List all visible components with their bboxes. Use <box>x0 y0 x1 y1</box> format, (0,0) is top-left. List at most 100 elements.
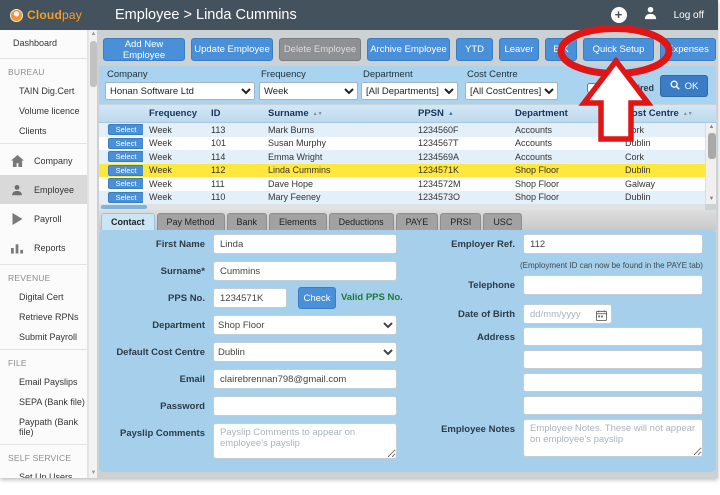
header-ppsn[interactable]: PPSN▲ <box>412 108 509 119</box>
tab-usc[interactable]: USC <box>483 213 522 230</box>
sidebar-item-paypath[interactable]: Paypath (Bank file) <box>0 412 87 442</box>
sidebar-item-retrieve-rpns[interactable]: Retrieve RPNs <box>0 307 87 327</box>
sidebar-item-company[interactable]: Company <box>0 146 87 175</box>
update-employee-button[interactable]: Update Employee <box>191 38 273 61</box>
select-row-button[interactable]: Select <box>108 138 143 149</box>
employee-notes-textarea[interactable] <box>523 419 703 457</box>
select-row-button[interactable]: Select <box>108 192 143 203</box>
tab-contact[interactable]: Contact <box>101 213 155 230</box>
check-pps-button[interactable]: Check <box>298 287 336 309</box>
scroll-down-icon[interactable]: ▼ <box>706 195 717 204</box>
employer-ref-input[interactable] <box>523 234 703 254</box>
sidebar-item-set-up-users[interactable]: Set Up Users <box>0 467 87 478</box>
address-line-1-input[interactable] <box>523 327 703 346</box>
bik-button[interactable]: BIK <box>545 38 577 61</box>
sidebar-item-volume-licence[interactable]: Volume licence <box>0 101 87 121</box>
sidebar-item-dashboard[interactable]: Dashboard <box>0 30 87 56</box>
sidebar-item-submit-payroll[interactable]: Submit Payroll <box>0 327 87 347</box>
header-surname[interactable]: Surname▲▼ <box>262 108 412 119</box>
hide-retired-label: Hide Retired <box>601 83 654 93</box>
user-icon[interactable] <box>643 5 658 25</box>
table-row[interactable]: Select Week 111 Dave Hope 1234572M Shop … <box>99 177 716 191</box>
surname-input[interactable] <box>213 261 397 281</box>
sort-icon[interactable]: ▲▼ <box>313 112 323 116</box>
archive-employee-button[interactable]: Archive Employee <box>367 38 450 61</box>
pps-no-input[interactable] <box>213 288 287 308</box>
tab-deductions[interactable]: Deductions <box>329 213 394 230</box>
tab-prsi[interactable]: PRSI <box>440 213 481 230</box>
table-vertical-scrollbar[interactable]: ▲ ▼ <box>705 123 716 204</box>
brand-logo[interactable]: Cloudpay <box>0 8 97 22</box>
table-row-selected[interactable]: Select Week 112 Linda Cummins 1234571K S… <box>99 164 716 178</box>
scrollbar-thumb[interactable] <box>90 41 97 87</box>
delete-employee-button[interactable]: Delete Employee <box>279 38 361 61</box>
tab-pay-method[interactable]: Pay Method <box>157 213 225 230</box>
table-row[interactable]: Select Week 101 Susan Murphy 1234567T Ac… <box>99 137 716 151</box>
tab-elements[interactable]: Elements <box>269 213 327 230</box>
sidebar-section-file: FILE <box>0 352 87 372</box>
select-row-button[interactable]: Select <box>108 151 143 162</box>
sidebar-item-reports[interactable]: Reports <box>0 233 87 262</box>
add-new-employee-button[interactable]: Add New Employee <box>103 38 185 61</box>
header-cost-centre[interactable]: Cost Centre▲▼ <box>619 108 705 119</box>
company-select[interactable]: Honan Software Ltd <box>105 82 255 100</box>
date-of-birth-input[interactable] <box>523 304 612 324</box>
department-form-select[interactable]: Shop Floor <box>213 315 397 335</box>
default-cost-centre-select[interactable]: Dublin <box>213 342 397 362</box>
header-id[interactable]: ID <box>205 108 262 119</box>
payslip-comments-textarea[interactable] <box>213 423 397 459</box>
sidebar-item-sepa[interactable]: SEPA (Bank file) <box>0 392 87 412</box>
cell-frequency: Week <box>143 125 205 135</box>
header-frequency[interactable]: Frequency <box>143 108 205 119</box>
sidebar-item-clients[interactable]: Clients <box>0 121 87 141</box>
hide-retired-checkbox-group[interactable]: Hide Retired <box>587 83 654 93</box>
address-line-4-input[interactable] <box>523 396 703 415</box>
first-name-input[interactable] <box>213 234 397 254</box>
cell-surname: Linda Cummins <box>262 165 412 175</box>
date-of-birth-label: Date of Birth <box>417 309 515 320</box>
add-icon[interactable]: + <box>611 7 627 23</box>
sidebar-item-tain-dig-cert[interactable]: TAIN Dig.Cert <box>0 81 87 101</box>
sort-icon[interactable]: ▲▼ <box>683 112 693 116</box>
sidebar-item-employee[interactable]: Employee <box>0 175 87 204</box>
expenses-button[interactable]: Expenses <box>660 38 716 61</box>
email-input[interactable] <box>213 369 397 389</box>
search-ok-button[interactable]: OK <box>660 75 708 97</box>
cost-centre-select[interactable]: [All CostCentres] <box>465 82 558 100</box>
sort-asc-icon[interactable]: ▲ <box>448 112 454 116</box>
cell-id: 110 <box>205 192 262 202</box>
telephone-input[interactable] <box>523 275 703 295</box>
select-row-button[interactable]: Select <box>108 124 143 135</box>
header-department[interactable]: Department <box>509 108 619 119</box>
department-select[interactable]: [All Departments] <box>361 82 458 100</box>
quick-setup-button[interactable]: Quick Setup <box>583 38 654 61</box>
tab-paye[interactable]: PAYE <box>396 213 439 230</box>
log-off-link[interactable]: Log off <box>674 10 704 21</box>
sidebar-item-email-payslips[interactable]: Email Payslips <box>0 372 87 392</box>
detail-tabs: Contact Pay Method Bank Elements Deducti… <box>99 210 716 230</box>
cell-ppsn: 1234567T <box>412 138 509 148</box>
frequency-select[interactable]: Week <box>259 82 358 100</box>
surname-label: Surname* <box>99 266 205 277</box>
sidebar-item-payroll[interactable]: Payroll <box>0 204 87 233</box>
sidebar-divider <box>0 264 87 265</box>
select-row-button[interactable]: Select <box>108 165 143 176</box>
table-row[interactable]: Select Week 113 Mark Burns 1234560F Acco… <box>99 123 716 137</box>
sidebar-item-digital-cert[interactable]: Digital Cert <box>0 287 87 307</box>
hide-retired-checkbox[interactable] <box>587 83 597 93</box>
select-row-button[interactable]: Select <box>108 178 143 189</box>
ytd-button[interactable]: YTD <box>456 38 493 61</box>
cell-ppsn: 1234560F <box>412 125 509 135</box>
password-input[interactable] <box>213 396 397 416</box>
table-row[interactable]: Select Week 110 Mary Feeney 1234573O Sho… <box>99 191 716 205</box>
scroll-up-icon[interactable]: ▲ <box>706 123 717 132</box>
scrollbar-thumb[interactable] <box>708 133 716 159</box>
scrollbar-thumb[interactable] <box>101 205 147 209</box>
sidebar-scrollbar[interactable]: ▲ ▼ <box>88 30 97 478</box>
address-line-3-input[interactable] <box>523 373 703 392</box>
frequency-label: Frequency <box>261 69 306 80</box>
table-row[interactable]: Select Week 114 Emma Wright 1234569A Acc… <box>99 150 716 164</box>
leaver-button[interactable]: Leaver <box>499 38 539 61</box>
tab-bank[interactable]: Bank <box>227 213 268 230</box>
address-line-2-input[interactable] <box>523 350 703 369</box>
